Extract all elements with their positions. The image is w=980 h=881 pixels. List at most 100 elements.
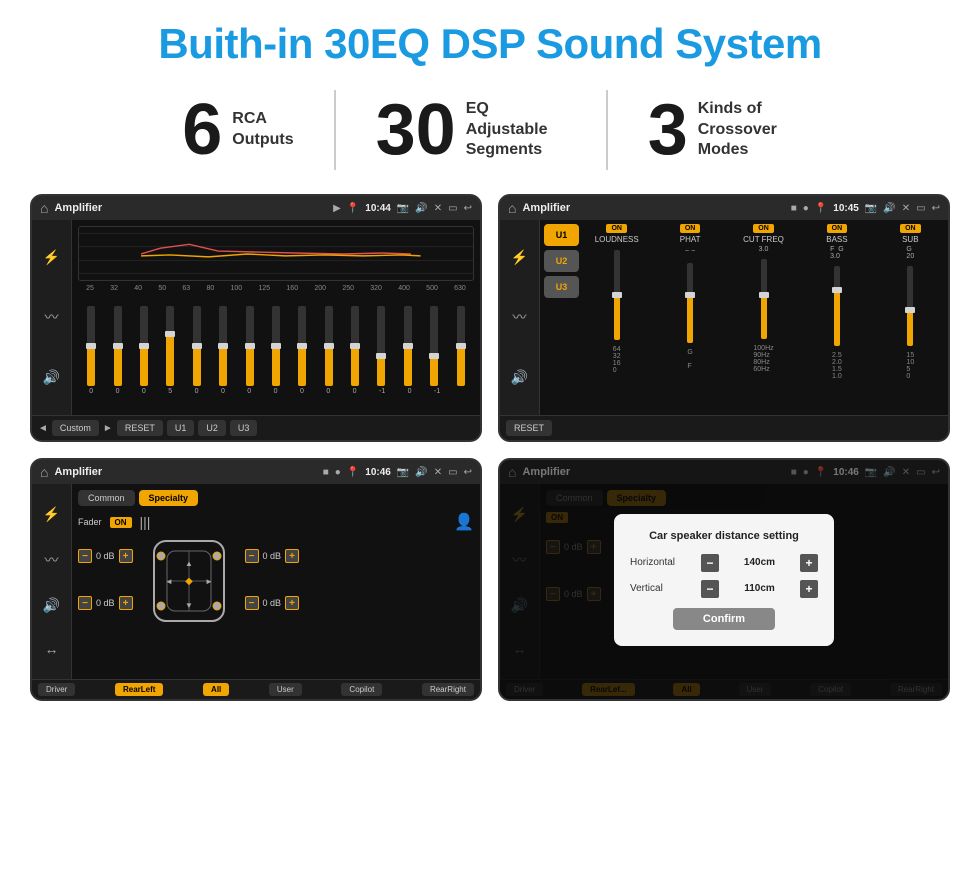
eq-next-btn[interactable]: ►	[103, 423, 113, 434]
cr-filter-icon[interactable]: ⚡	[511, 249, 528, 266]
loudness-on-btn[interactable]: ON	[606, 224, 627, 233]
eq-u3-btn[interactable]: U3	[230, 420, 258, 436]
fader-nav-buttons: Driver RearLeft All User Copilot RearRig…	[32, 679, 480, 699]
eq-vol-icon[interactable]: 🔊	[43, 369, 60, 386]
fader-filter-icon[interactable]: ⚡	[43, 506, 60, 523]
dialog-vertical-label: Vertical	[630, 583, 695, 594]
right-top-plus[interactable]: +	[285, 549, 299, 563]
eq-sliders[interactable]	[78, 296, 474, 386]
home-icon-eq[interactable]: ⌂	[40, 200, 48, 216]
eq-slider-14[interactable]	[457, 306, 465, 386]
tab-specialty[interactable]: Specialty	[139, 490, 199, 506]
nav-all-btn[interactable]: All	[203, 683, 229, 696]
eq-wave-icon[interactable]: 〰	[45, 307, 59, 327]
eq-slider-7[interactable]	[272, 306, 280, 386]
dialog-horizontal-plus[interactable]: +	[800, 554, 818, 572]
left-top-plus[interactable]: +	[119, 549, 133, 563]
eq-slider-5[interactable]	[219, 306, 227, 386]
ch-loudness: ON LOUDNESS 6432160	[583, 224, 650, 411]
eq-slider-9[interactable]	[325, 306, 333, 386]
stat-crossover-number: 3	[648, 94, 688, 166]
nav-rearright-btn[interactable]: RearRight	[422, 683, 474, 696]
preset-u1-btn[interactable]: U1	[544, 224, 579, 246]
bass-on-btn[interactable]: ON	[827, 224, 848, 233]
car-svg: ◆ ▲ ▼ ◄ ►	[139, 536, 239, 626]
eq-slider-10[interactable]	[351, 306, 359, 386]
page-wrapper: Buith-in 30EQ DSP Sound System 6 RCAOutp…	[0, 0, 980, 881]
loudness-slider[interactable]	[614, 250, 620, 340]
nav-rearleft-btn[interactable]: RearLeft	[115, 683, 163, 696]
eq-slider-11[interactable]	[377, 306, 385, 386]
back-icon-fader[interactable]: ↩	[464, 467, 472, 478]
preset-u3-btn[interactable]: U3	[544, 276, 579, 298]
eq-bottom-bar: ◄ Custom ► RESET U1 U2 U3	[32, 415, 480, 440]
eq-slider-1[interactable]	[114, 306, 122, 386]
sub-slider[interactable]	[907, 266, 913, 346]
preset-u2-btn[interactable]: U2	[544, 250, 579, 272]
cutfreq-on-btn[interactable]: ON	[753, 224, 774, 233]
eq-slider-8[interactable]	[298, 306, 306, 386]
cr-vol-icon[interactable]: 🔊	[511, 369, 528, 386]
freq-630: 630	[454, 285, 466, 292]
phat-label: PHAT	[680, 235, 701, 244]
eq-custom-btn[interactable]: Custom	[52, 420, 99, 436]
phat-on-btn[interactable]: ON	[680, 224, 701, 233]
eq-slider-6[interactable]	[246, 306, 254, 386]
stat-eq: 30 EQ AdjustableSegments	[336, 94, 606, 166]
tab-common[interactable]: Common	[78, 490, 135, 506]
dialog-vertical-plus[interactable]: +	[800, 580, 818, 598]
right-top-minus[interactable]: −	[245, 549, 259, 563]
left-bot-plus[interactable]: +	[119, 596, 133, 610]
eq-slider-13[interactable]	[430, 306, 438, 386]
right-bot-plus[interactable]: +	[285, 596, 299, 610]
stat-crossover: 3 Kinds ofCrossover Modes	[608, 94, 838, 166]
nav-copilot-btn[interactable]: Copilot	[341, 683, 382, 696]
fader-slider-h[interactable]: |||	[140, 514, 151, 530]
eq-u1-btn[interactable]: U1	[167, 420, 195, 436]
left-bot-minus[interactable]: −	[78, 596, 92, 610]
eq-slider-3[interactable]	[166, 306, 174, 386]
dialog-vertical-minus[interactable]: −	[701, 580, 719, 598]
eq-reset-btn[interactable]: RESET	[117, 420, 163, 436]
home-icon-crossover[interactable]: ⌂	[508, 200, 516, 216]
crossover-sidebar: ⚡ 〰 🔊	[500, 220, 540, 415]
left-top-minus[interactable]: −	[78, 549, 92, 563]
vol-icon-fader: 🔊	[415, 467, 427, 478]
back-icon-eq[interactable]: ↩	[464, 203, 472, 214]
back-icon-cr[interactable]: ↩	[932, 203, 940, 214]
right-bot-minus[interactable]: −	[245, 596, 259, 610]
eq-slider-2[interactable]	[140, 306, 148, 386]
fader-on-btn[interactable]: ON	[110, 517, 132, 528]
cutfreq-slider[interactable]	[761, 259, 767, 339]
fader-user-icon[interactable]: 👤	[454, 512, 474, 532]
freq-100: 100	[231, 285, 243, 292]
home-icon-fader[interactable]: ⌂	[40, 464, 48, 480]
phat-slider[interactable]	[687, 263, 693, 343]
cr-wave-icon[interactable]: 〰	[513, 307, 527, 327]
eq-slider-0[interactable]	[87, 306, 95, 386]
nav-driver-btn[interactable]: Driver	[38, 683, 75, 696]
crossover-reset-btn[interactable]: RESET	[506, 420, 552, 436]
right-bot-db: − 0 dB +	[245, 596, 300, 610]
fader-layout: − 0 dB + − 0 dB +	[78, 536, 474, 626]
sub-on-btn[interactable]: ON	[900, 224, 921, 233]
eq-slider-12[interactable]	[404, 306, 412, 386]
eq-slider-4[interactable]	[193, 306, 201, 386]
nav-user-btn[interactable]: User	[269, 683, 302, 696]
eq-u2-btn[interactable]: U2	[198, 420, 226, 436]
eq-prev-btn[interactable]: ◄	[38, 423, 48, 434]
fader-wave-icon[interactable]: 〰	[45, 550, 59, 570]
dialog-horizontal-minus[interactable]: −	[701, 554, 719, 572]
eq-filter-icon[interactable]: ⚡	[43, 249, 60, 266]
screens-grid: ⌂ Amplifier ▶ 📍 10:44 📷 🔊 ✕ ▭ ↩ ⚡ 〰 🔊	[30, 194, 950, 701]
bass-slider[interactable]	[834, 266, 840, 346]
eq-graph	[78, 226, 474, 281]
eq-main-area: 25 32 40 50 63 80 100 125 160 200 250 32…	[72, 220, 480, 415]
freq-25: 25	[86, 285, 94, 292]
fader-arrows-icon[interactable]: ↔	[45, 641, 59, 657]
fader-vol-icon[interactable]: 🔊	[43, 597, 60, 614]
svg-text:◄: ◄	[165, 577, 173, 586]
vol-icon-eq: 🔊	[415, 203, 427, 214]
pin-icon-cr: 📍	[815, 203, 827, 214]
confirm-button[interactable]: Confirm	[673, 608, 775, 630]
